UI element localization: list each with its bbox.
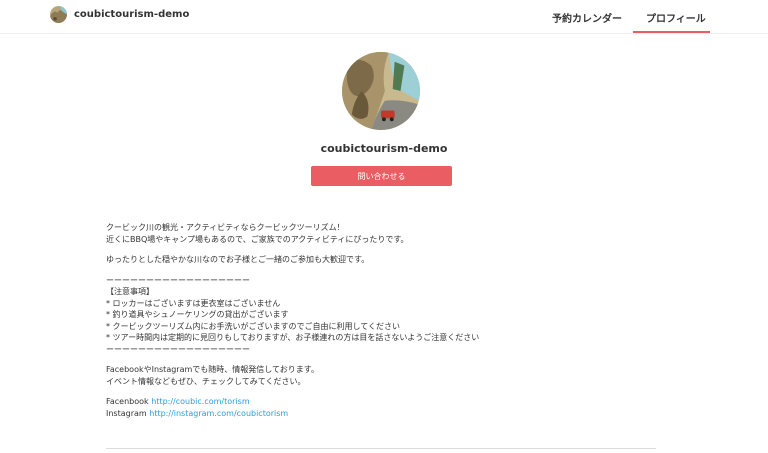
notes-heading: 【注意事項】 — [106, 287, 154, 296]
note-item: * ロッカーはございますは更衣室はございません — [106, 298, 281, 308]
note-item: * クービックツーリズム内にお手洗いがございますのでご自由に利用してください — [106, 321, 401, 331]
instagram-label: Instagram — [106, 408, 147, 418]
nav-tab-reservation-calendar[interactable]: 予約カレンダー — [552, 10, 622, 25]
profile-name: coubictourism-demo — [320, 142, 448, 155]
instagram-link-row: Instagram http://instagram.com/coubictor… — [106, 408, 666, 420]
brand-link[interactable]: coubictourism-demo — [50, 6, 189, 23]
description-line: イベント情報などもぜひ、チェックしてみてください。 — [106, 376, 306, 386]
separator-line: ーーーーーーーーーーーーーーーーーー — [106, 344, 250, 354]
facebook-label: Facenbook — [106, 397, 149, 406]
note-item: * 釣り道具やシュノーケリングの貸出がございます — [106, 310, 289, 319]
divider — [106, 448, 656, 449]
description-line: 近くにBBQ場やキャンプ場もあるので、ご家族でのアクティビティにぴったりです。 — [106, 234, 409, 244]
note-item: * ツアー時間内は定期的に見回りもしておりますが、お子様連れの方は目を話さないよ… — [106, 333, 480, 342]
top-navigation-bar: coubictourism-demo 予約カレンダー プロフィール — [0, 0, 768, 34]
separator-line: ーーーーーーーーーーーーーーーーーー — [106, 275, 250, 285]
active-tab-indicator — [633, 31, 710, 33]
profile-avatar-image — [342, 52, 420, 130]
brand-avatar-image — [50, 6, 67, 23]
description-line: クービック川の観光・アクティビティならクービックツーリズム！ — [106, 223, 345, 232]
nav-tab-profile[interactable]: プロフィール — [646, 10, 706, 25]
facebook-link[interactable]: http://coubic.com/torism — [151, 397, 249, 406]
description-line: FacebookやInstagramでも随時、情報発信しております。 — [106, 365, 320, 374]
brand-name: coubictourism-demo — [74, 9, 190, 20]
description-line: ゆったりとした穏やかな川なのでお子様とご一緒のご参加も大歓迎です。 — [106, 255, 370, 264]
facebook-link-row: Facenbook http://coubic.com/torism — [106, 396, 666, 408]
contact-button[interactable]: 問い合わせる — [311, 166, 452, 186]
instagram-link[interactable]: http://instagram.com/coubictorism — [149, 409, 288, 418]
profile-description: クービック川の観光・アクティビティならクービックツーリズム！ 近くにBBQ場やキ… — [106, 222, 666, 419]
